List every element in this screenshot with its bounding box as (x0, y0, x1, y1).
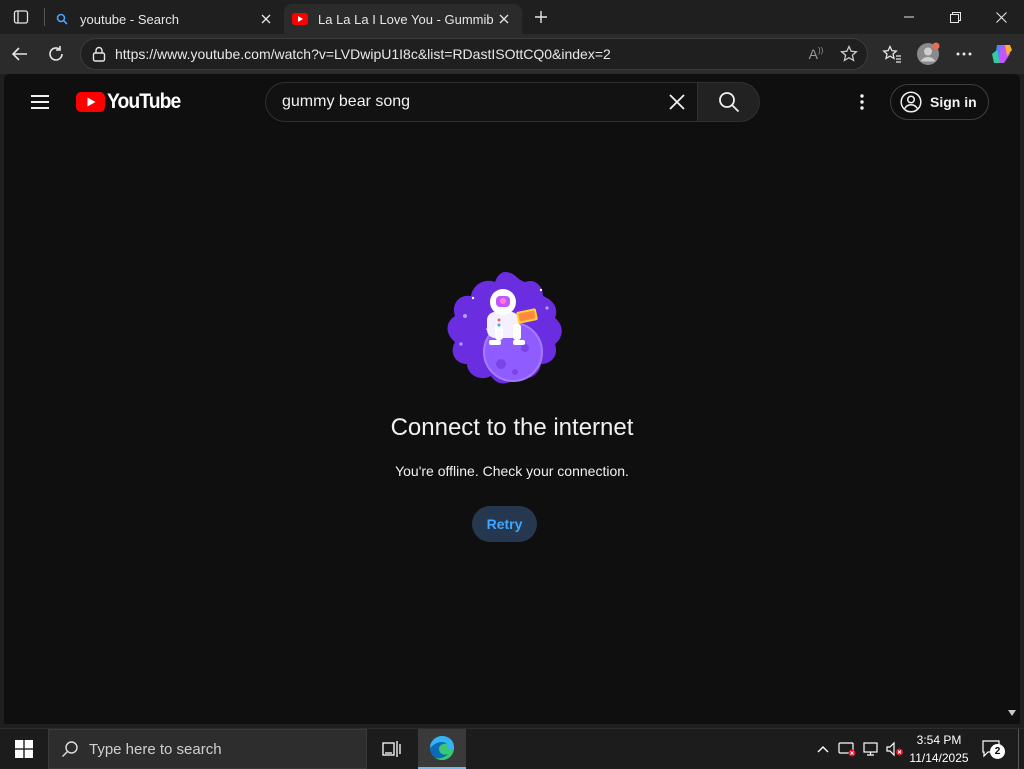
tab-la-la-la[interactable]: La La La I Love You - Gummibär - (284, 4, 522, 34)
close-icon (669, 94, 685, 110)
scroll-down-button[interactable] (1004, 706, 1020, 720)
more-horizontal-icon (956, 52, 972, 56)
minimize-icon (904, 16, 914, 18)
favorite-star-icon[interactable] (831, 45, 867, 63)
tab-title: youtube - Search (80, 11, 180, 27)
retry-button[interactable]: Retry (472, 506, 537, 542)
close-tab-icon[interactable] (256, 9, 276, 29)
new-tab-button[interactable] (528, 5, 554, 29)
settings-more-button[interactable] (948, 38, 980, 70)
close-window-button[interactable] (978, 0, 1024, 34)
settings-menu-button[interactable] (846, 86, 878, 118)
refresh-button[interactable] (40, 38, 72, 70)
offline-illustration (443, 268, 567, 392)
volume-button[interactable] (884, 729, 906, 769)
start-button[interactable] (0, 729, 48, 769)
tab-title: La La La I Love You - Gummibär - (318, 11, 494, 27)
favorites-icon (882, 45, 901, 63)
offline-message: You're offline. Check your connection. (395, 463, 629, 479)
hamburger-menu-icon (31, 95, 49, 109)
guide-menu-button[interactable] (24, 86, 56, 118)
copilot-button[interactable] (986, 38, 1018, 70)
volume-muted-icon (886, 741, 903, 757)
restore-icon (949, 11, 961, 23)
device-warning-icon (838, 742, 856, 757)
chevron-up-icon (817, 746, 829, 753)
account-circle-icon (900, 91, 922, 113)
scroll-down-arrow-icon (1008, 710, 1016, 716)
refresh-icon (49, 46, 63, 61)
show-desktop-button[interactable] (1018, 729, 1024, 769)
search-button[interactable] (697, 82, 760, 122)
notifications-button[interactable]: 2 (980, 729, 1006, 769)
clock-time: 3:54 PM (916, 733, 962, 747)
search-icon (54, 11, 70, 27)
back-arrow-icon (11, 47, 27, 61)
address-bar[interactable]: https://www.youtube.com/watch?v=LVDwipU1… (80, 38, 868, 70)
tab-separator (44, 8, 45, 26)
meet-now-button[interactable] (836, 729, 858, 769)
edge-taskbar-button[interactable] (418, 729, 466, 769)
youtube-logo-text: YouTube (107, 90, 181, 113)
clock-date: 11/14/2025 (909, 751, 969, 765)
close-icon (995, 11, 1007, 23)
task-view-button[interactable] (368, 729, 416, 769)
search-icon (718, 92, 739, 113)
sign-in-button[interactable]: Sign in (890, 84, 989, 120)
browser-toolbar: https://www.youtube.com/watch?v=LVDwipU1… (0, 34, 1024, 74)
browser-tab-strip: youtube - Search La La La I Love You - G… (0, 0, 1024, 34)
favorites-button[interactable] (876, 38, 908, 70)
url-text: https://www.youtube.com/watch?v=LVDwipU1… (115, 46, 611, 62)
profile-button[interactable] (912, 38, 944, 70)
offline-title: Connect to the internet (390, 414, 634, 441)
clear-search-button[interactable] (657, 83, 697, 121)
youtube-logo-icon (76, 92, 105, 112)
youtube-page: YouTube Sign in (4, 74, 1020, 724)
network-button[interactable] (860, 729, 882, 769)
notification-count-badge: 2 (990, 744, 1005, 759)
search-input[interactable] (282, 93, 657, 111)
site-info-icon[interactable] (83, 46, 115, 62)
restore-button[interactable] (932, 0, 978, 34)
network-ethernet-icon (863, 742, 878, 756)
task-view-icon (382, 741, 401, 757)
copilot-icon (992, 45, 1012, 63)
minimize-button[interactable] (886, 0, 932, 34)
tab-youtube-search[interactable]: youtube - Search (46, 4, 284, 34)
youtube-favicon-icon (292, 11, 308, 27)
show-hidden-icons-button[interactable] (812, 729, 834, 769)
plus-icon (535, 11, 547, 23)
search-form (265, 82, 760, 122)
youtube-logo[interactable]: YouTube (76, 90, 187, 113)
tab-actions-icon (13, 10, 29, 24)
edge-browser-icon (430, 736, 455, 761)
avatar-icon (917, 42, 940, 65)
read-aloud-icon[interactable]: A)) (801, 46, 831, 62)
youtube-header: YouTube Sign in (4, 74, 1020, 130)
back-button[interactable] (4, 38, 36, 70)
search-field (265, 82, 697, 122)
sign-in-label: Sign in (930, 94, 977, 110)
tab-actions-button[interactable] (8, 5, 34, 29)
more-vertical-icon (860, 94, 864, 110)
taskbar-clock[interactable]: 3:54 PM 11/14/2025 (904, 731, 974, 767)
search-icon (62, 741, 78, 757)
windows-taskbar: Type here to search 3:54 PM 11/14/2025 2 (0, 728, 1024, 769)
close-tab-icon[interactable] (494, 9, 514, 29)
astronaut-on-moon-icon (447, 272, 562, 384)
taskbar-search-placeholder: Type here to search (89, 740, 222, 758)
taskbar-search-box[interactable]: Type here to search (48, 729, 367, 769)
windows-logo-icon (15, 740, 33, 758)
